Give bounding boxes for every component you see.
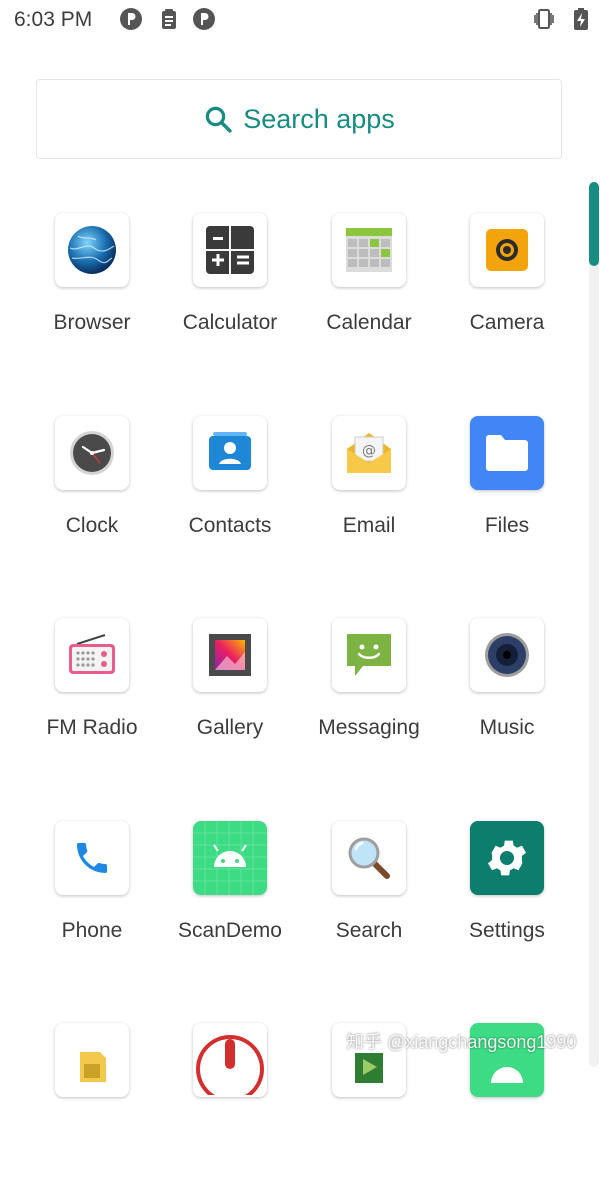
svg-text:@: @ (362, 443, 376, 459)
app-phone[interactable]: Phone (23, 821, 161, 981)
app-label: Music (479, 716, 535, 739)
app-label: Settings (469, 919, 545, 942)
app-label: Phone (61, 919, 123, 942)
app-label: Calendar (326, 311, 412, 334)
clipboard-icon (162, 9, 176, 29)
app-label: Camera (469, 311, 545, 334)
app-label: ScanDemo (178, 919, 282, 942)
app-label: Gallery (196, 716, 264, 739)
calendar-icon (346, 228, 392, 272)
search-apps-bar[interactable]: Search apps (36, 79, 562, 159)
app-contacts[interactable]: Contacts (161, 416, 299, 576)
files-icon (486, 435, 528, 471)
fm-radio-icon (69, 634, 115, 674)
app-scandemo[interactable]: ScanDemo (161, 821, 299, 981)
settings-gear-icon (488, 840, 526, 876)
app-settings[interactable]: Settings (438, 821, 576, 981)
email-icon: @ (347, 433, 391, 473)
app-browser[interactable]: Browser (23, 213, 161, 373)
browser-icon (68, 226, 116, 274)
app-calculator[interactable]: Calculator (161, 213, 299, 373)
app-fm-radio[interactable]: FM Radio (23, 618, 161, 778)
app-label: Files (484, 514, 530, 537)
pinned-app-icon (120, 8, 142, 30)
watermark: 知乎 @xiangchangsong1990 (346, 1032, 577, 1052)
app-files[interactable]: Files (438, 416, 576, 576)
app-gallery[interactable]: Gallery (161, 618, 299, 778)
camera-icon (486, 229, 528, 271)
search-apps-label: Search apps (243, 103, 395, 134)
sim-toolkit-icon (80, 1052, 106, 1082)
app-calendar[interactable]: Calendar (300, 213, 438, 373)
app-search[interactable]: Search (300, 821, 438, 981)
app-label: Messaging (318, 716, 420, 739)
contacts-icon (209, 432, 251, 470)
app-label: Search (335, 919, 403, 942)
android-icon (193, 821, 267, 895)
music-icon (485, 633, 529, 677)
app-clock[interactable]: Clock (23, 416, 161, 576)
pinned-app-icon (193, 8, 215, 30)
app-label: Contacts (188, 514, 272, 537)
app-messaging[interactable]: Messaging (300, 618, 438, 778)
app-label: Calculator (182, 311, 278, 334)
scrollbar-track[interactable] (589, 182, 599, 1067)
search-icon (205, 106, 232, 133)
sound-recorder-icon (196, 1035, 264, 1095)
battery-charging-icon (574, 8, 588, 30)
app-label: FM Radio (46, 716, 138, 739)
app-label: Clock (65, 514, 119, 537)
app-camera[interactable]: Camera (438, 213, 576, 373)
app-sim-toolkit[interactable] (23, 1023, 161, 1183)
status-time: 6:03 PM (14, 8, 93, 31)
app-music[interactable]: Music (438, 618, 576, 778)
app-label: Email (342, 514, 396, 537)
app-label: Browser (53, 311, 131, 334)
scrollbar-thumb[interactable] (589, 182, 599, 266)
app-sound-recorder[interactable] (161, 1023, 299, 1183)
phone-icon (77, 843, 107, 873)
gallery-icon (209, 634, 251, 676)
calculator-icon (206, 226, 254, 274)
vibrate-icon (534, 9, 554, 29)
clock-icon (70, 431, 114, 475)
messaging-icon (347, 634, 391, 676)
magnifier-icon (348, 837, 390, 879)
status-bar: 6:03 PM (0, 0, 600, 40)
app-email[interactable]: @ Email (300, 416, 438, 576)
